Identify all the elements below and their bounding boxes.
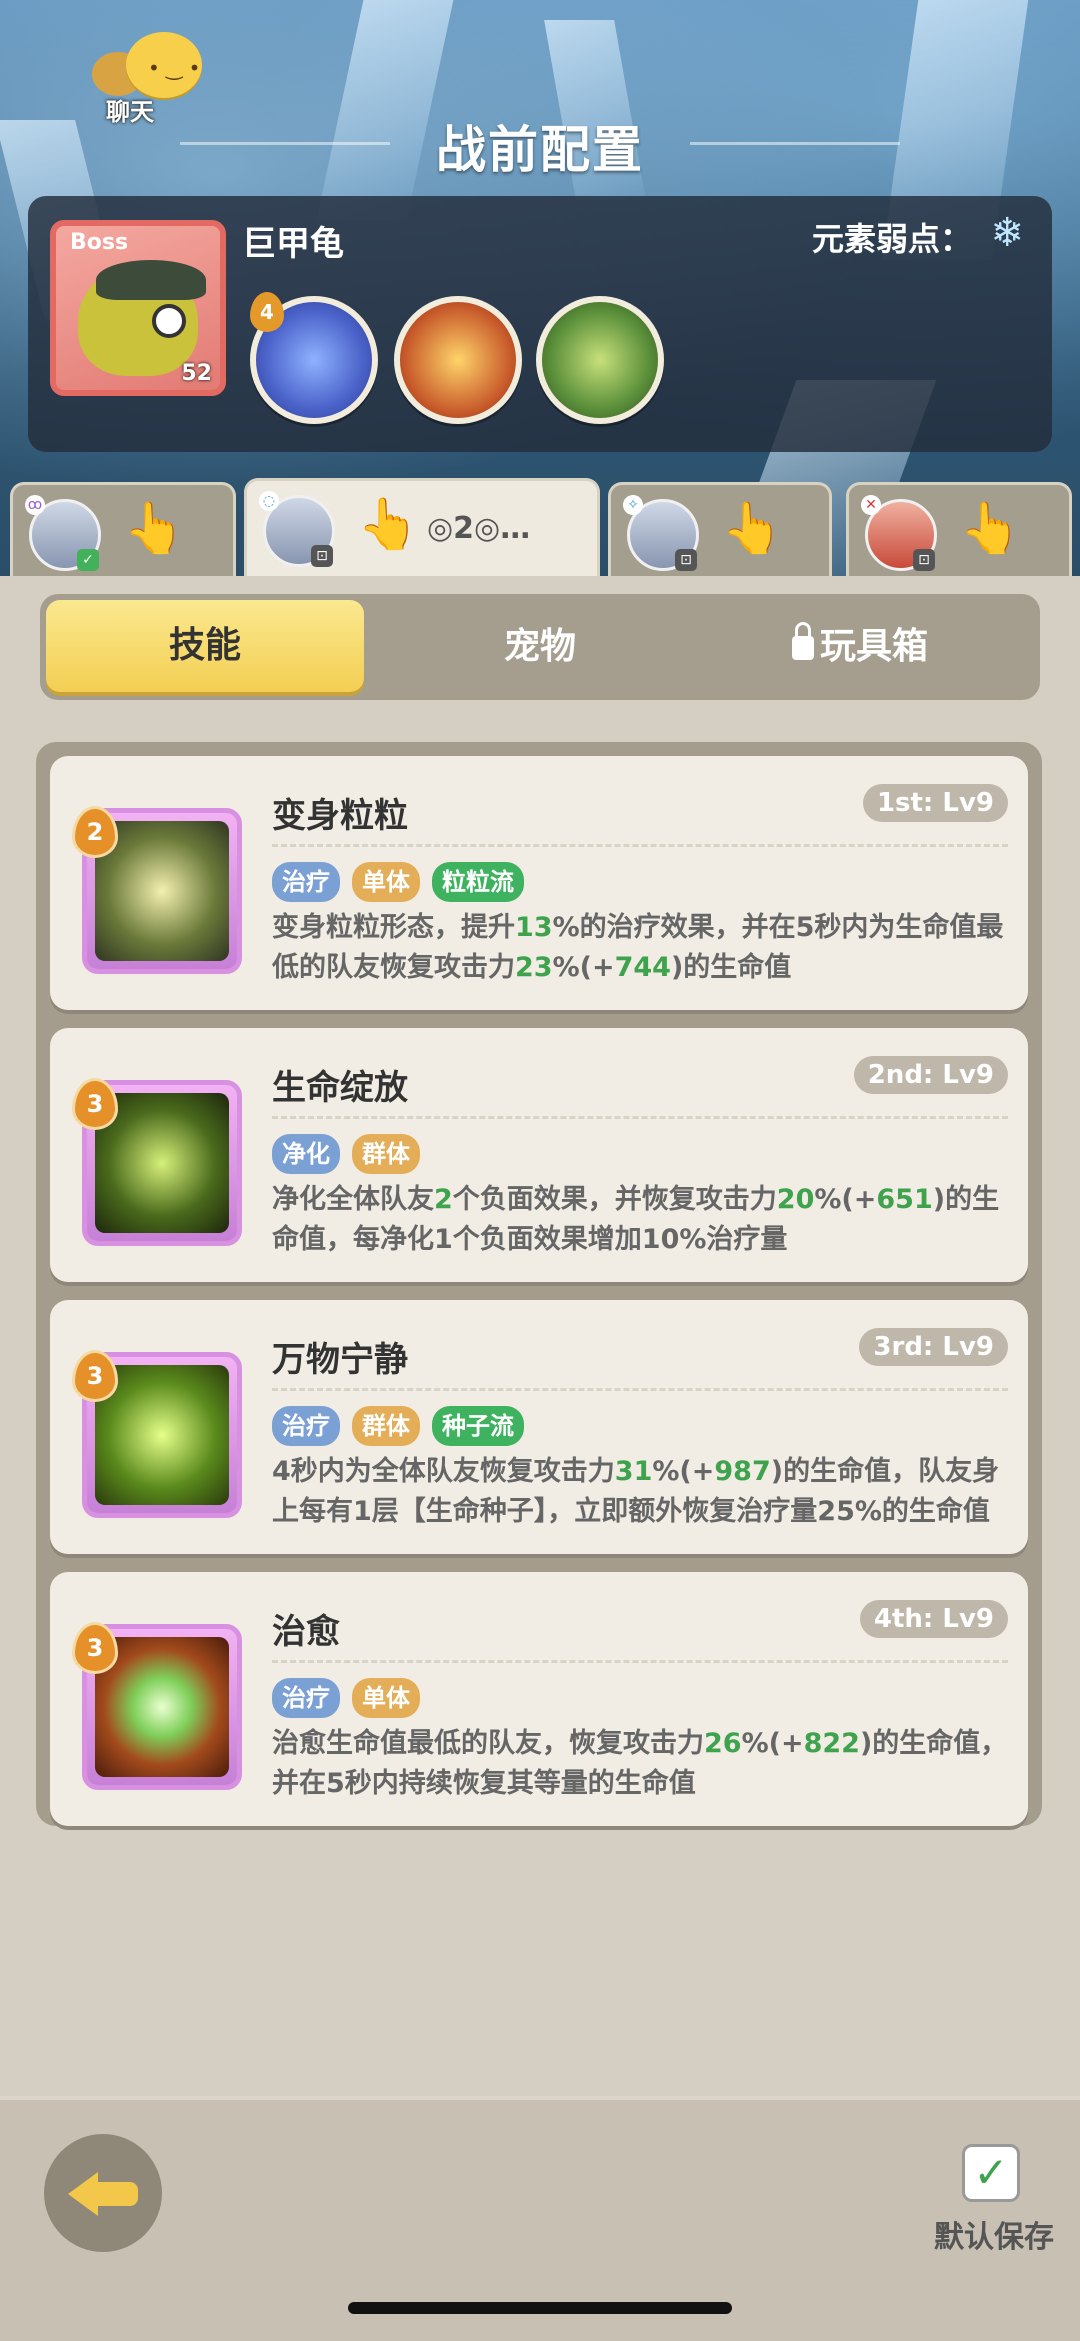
content-tab-bar: 技能 宠物 玩具箱 bbox=[40, 594, 1040, 700]
skill-tag: 净化 bbox=[272, 1134, 340, 1174]
main-content: 技能 宠物 玩具箱 2 变身粒粒 1st: Lv9 治疗 单体 粒粒流 变身粒粒… bbox=[0, 576, 1080, 2096]
skill-name: 万物宁静 bbox=[272, 1340, 408, 1380]
divider bbox=[272, 1116, 1008, 1119]
snowflake-icon: ❄ bbox=[990, 210, 1024, 256]
skill-description: 变身粒粒形态，提升13%的治疗效果，并在5秒内为生命值最低的队友恢复攻击力23%… bbox=[272, 912, 1004, 983]
hero-tab-4[interactable]: ✕ ⊡ 👆 bbox=[846, 482, 1072, 581]
skill-description: 4秒内为全体队友恢复攻击力31%(+987)的生命值，队友身上每有1层【生命种子… bbox=[272, 1456, 1000, 1527]
boss-name: 巨甲龟 bbox=[242, 224, 344, 264]
boss-info-panel: Boss 52 巨甲龟 元素弱点： ❄ 4 bbox=[28, 196, 1052, 452]
page-title: 战前配置 bbox=[436, 121, 644, 179]
divider bbox=[272, 844, 1008, 847]
skill-tag: 粒粒流 bbox=[432, 862, 524, 902]
tab-toybox-label: 玩具箱 bbox=[819, 626, 928, 667]
status-icon: ⊡ bbox=[311, 545, 333, 567]
home-indicator[interactable] bbox=[348, 2302, 732, 2314]
divider bbox=[272, 1660, 1008, 1663]
back-button[interactable] bbox=[44, 2134, 162, 2252]
skill-tag: 治疗 bbox=[272, 1406, 340, 1446]
boss-skill-orb-swirl[interactable]: 4 bbox=[250, 292, 378, 424]
skill-name: 治愈 bbox=[272, 1612, 340, 1652]
skill-tag: 单体 bbox=[352, 1678, 420, 1718]
boss-hat bbox=[96, 260, 206, 300]
hero-tab-3[interactable]: ✧ ⊡ 👆 bbox=[608, 482, 832, 581]
skill-tag: 治疗 bbox=[272, 862, 340, 902]
default-save-label: 默认保存 bbox=[934, 2220, 1054, 2255]
status-icon: ⊡ bbox=[913, 549, 935, 571]
element-icon: ✧ bbox=[623, 495, 643, 515]
boss-tag: Boss bbox=[70, 230, 129, 255]
tap-hand-icon: 👆 bbox=[357, 495, 420, 553]
tap-hand-icon: 👆 bbox=[123, 499, 186, 557]
tap-hand-icon: 👆 bbox=[959, 499, 1022, 557]
tab-pets[interactable]: 宠物 bbox=[380, 594, 700, 700]
element-icon: ꝏ bbox=[25, 495, 45, 515]
status-icon: ⊡ bbox=[675, 549, 697, 571]
hero-tab-1[interactable]: ꝏ ✓ 👆 bbox=[10, 482, 236, 581]
tap-hand-icon: 👆 bbox=[721, 499, 784, 557]
skill-card[interactable]: 2 变身粒粒 1st: Lv9 治疗 单体 粒粒流 变身粒粒形态，提升13%的治… bbox=[50, 756, 1028, 1010]
skill-tag: 群体 bbox=[352, 1134, 420, 1174]
hero-tab-label: ◎2◎… bbox=[427, 511, 531, 546]
skill-description: 净化全体队友2个负面效果，并恢复攻击力20%(+651)的生命值，每净化1个负面… bbox=[272, 1184, 1000, 1255]
orb-cost-badge: 4 bbox=[250, 292, 284, 332]
element-icon: ◌ bbox=[259, 491, 279, 511]
skill-card[interactable]: 3 万物宁静 3rd: Lv9 治疗 群体 种子流 4秒内为全体队友恢复攻击力3… bbox=[50, 1300, 1028, 1554]
element-icon: ✕ bbox=[861, 495, 881, 515]
skill-tag: 单体 bbox=[352, 862, 420, 902]
skill-level-badge: 1st: Lv9 bbox=[862, 784, 1008, 822]
skill-tag: 种子流 bbox=[432, 1406, 524, 1446]
hero-tab-2[interactable]: ◌ ⊡ 👆 ◎2◎… bbox=[244, 478, 600, 577]
smile-face-icon: • ‿ • bbox=[148, 56, 201, 80]
boss-level: 52 bbox=[181, 361, 212, 386]
skill-name: 变身粒粒 bbox=[272, 796, 408, 836]
skill-card[interactable]: 3 治愈 4th: Lv9 治疗 单体 治愈生命值最低的队友，恢复攻击力26%(… bbox=[50, 1572, 1028, 1826]
skill-card[interactable]: 3 生命绽放 2nd: Lv9 净化 群体 净化全体队友2个负面效果，并恢复攻击… bbox=[50, 1028, 1028, 1282]
lock-icon bbox=[791, 622, 814, 660]
boss-skill-orb-spike[interactable] bbox=[394, 296, 522, 424]
skill-level-badge: 4th: Lv9 bbox=[859, 1600, 1008, 1638]
skill-description: 治愈生命值最低的队友，恢复攻击力26%(+822)的生命值，并在5秒内持续恢复其… bbox=[272, 1728, 1008, 1799]
status-check-icon: ✓ bbox=[77, 549, 99, 571]
skill-level-badge: 2nd: Lv9 bbox=[853, 1056, 1008, 1094]
skill-list: 2 变身粒粒 1st: Lv9 治疗 单体 粒粒流 变身粒粒形态，提升13%的治… bbox=[36, 742, 1042, 1826]
tab-skills[interactable]: 技能 bbox=[46, 600, 364, 692]
back-arrow-icon bbox=[94, 2182, 138, 2206]
divider bbox=[272, 1388, 1008, 1391]
skill-tag: 群体 bbox=[352, 1406, 420, 1446]
element-weakness-label: 元素弱点： bbox=[811, 220, 972, 258]
boss-monocle bbox=[152, 304, 186, 338]
skill-name: 生命绽放 bbox=[272, 1068, 408, 1108]
skill-level-badge: 3rd: Lv9 bbox=[859, 1328, 1008, 1366]
default-save-checkbox[interactable]: ✓ bbox=[962, 2144, 1020, 2202]
tab-toybox[interactable]: 玩具箱 bbox=[700, 594, 1020, 700]
boss-skill-orb-roar[interactable] bbox=[536, 296, 664, 424]
skill-tag: 治疗 bbox=[272, 1678, 340, 1718]
boss-portrait[interactable]: Boss 52 bbox=[50, 220, 226, 396]
